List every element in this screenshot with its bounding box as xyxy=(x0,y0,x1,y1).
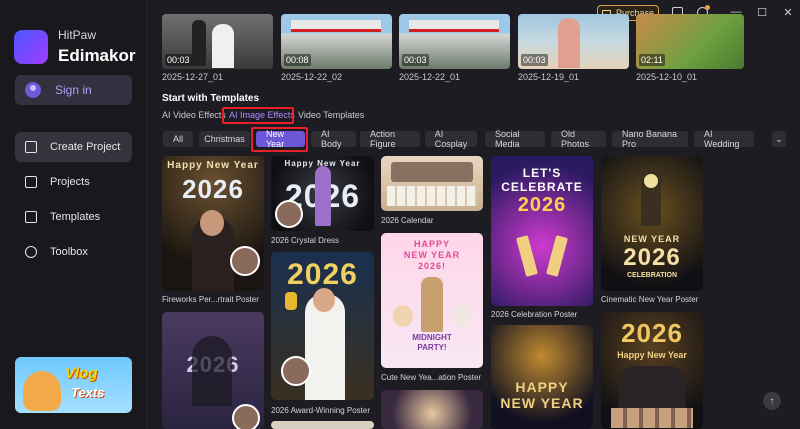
template-card[interactable]: HAPPY NEW YEAR xyxy=(491,325,593,429)
template-card[interactable] xyxy=(381,156,483,211)
sidebar-item-label: Toolbox xyxy=(50,246,88,258)
sidebar-item-toolbox[interactable]: Toolbox xyxy=(15,237,132,267)
sign-in-button[interactable]: Sign in xyxy=(15,75,132,105)
chip-nano-banana-pro[interactable]: Nano Banana Pro xyxy=(612,129,688,149)
recent-project-thumb[interactable]: 00:03 xyxy=(518,14,629,69)
chip-christmas[interactable]: Christmas xyxy=(199,131,250,147)
recent-project-thumb[interactable]: 00:03 xyxy=(399,14,510,69)
recent-project-thumb[interactable]: 00:03 xyxy=(162,14,273,69)
template-icon xyxy=(25,211,37,223)
sidebar-item-label: Projects xyxy=(50,176,90,188)
template-caption: 2026 Award-Winning Poster xyxy=(271,406,371,415)
chip-new-year[interactable]: New Year xyxy=(256,129,305,149)
template-caption: 2026 Calendar xyxy=(381,216,434,225)
edimakor-logo-icon xyxy=(14,30,48,64)
recent-duration: 02:11 xyxy=(639,54,665,66)
maximize-icon[interactable]: ☐ xyxy=(755,5,769,19)
chip-ai-wedding[interactable]: AI Wedding xyxy=(694,129,754,149)
template-card[interactable]: 2026 xyxy=(271,252,374,400)
chip-action-figure[interactable]: Action Figure xyxy=(360,129,420,149)
chip-ai-cosplay[interactable]: AI Cosplay xyxy=(425,129,477,149)
close-icon[interactable]: ✕ xyxy=(781,5,795,19)
template-caption: 2026 Celebration Poster xyxy=(491,310,578,319)
template-card[interactable]: Happy New Year 2026 xyxy=(162,156,264,291)
sidebar-item-label: Create Project xyxy=(50,141,121,153)
banner-character-image xyxy=(23,371,61,411)
tab-video-templates[interactable]: Video Templates xyxy=(298,110,364,120)
vlog-texts-banner[interactable]: Vlog Texts xyxy=(15,357,132,413)
chip-ai-body[interactable]: AI Body xyxy=(311,129,356,149)
folder-icon xyxy=(25,176,37,188)
chip-all[interactable]: All xyxy=(163,131,193,147)
banner-subtitle: Texts xyxy=(71,385,105,400)
template-caption: Cute New Yea...ation Poster xyxy=(381,373,482,382)
brand-name: Edimakor xyxy=(58,46,136,65)
template-caption: Fireworks Per...rtrait Poster xyxy=(162,295,259,304)
chevron-down-icon[interactable]: ⌄ xyxy=(772,131,786,147)
recent-duration: 00:03 xyxy=(165,54,192,66)
recent-project-name: 2025-12-27_01 xyxy=(162,72,224,82)
template-card[interactable]: Happy New Year 2026 xyxy=(271,156,374,231)
recent-duration: 00:03 xyxy=(521,54,548,66)
template-card[interactable]: HAPPY NEW YEAR 2026! MIDNIGHT PARTY! xyxy=(381,233,483,368)
chip-social-media[interactable]: Social Media xyxy=(485,129,545,149)
sign-in-label: Sign in xyxy=(55,83,92,97)
tab-ai-image-effects[interactable]: AI Image Effects xyxy=(229,110,295,120)
template-card[interactable]: 2026 xyxy=(162,312,264,429)
template-caption: 2026 Crystal Dress xyxy=(271,236,340,245)
scroll-to-top-button[interactable]: ↑ xyxy=(763,392,781,410)
template-card[interactable]: NEW YEAR 2026 CELEBRATION xyxy=(601,156,703,291)
sidebar-item-label: Templates xyxy=(50,211,101,223)
template-caption: Cinematic New Year Poster xyxy=(601,295,699,304)
recent-project-name: 2025-12-19_01 xyxy=(518,72,580,82)
template-card[interactable] xyxy=(271,421,374,429)
template-card[interactable]: 2026 Happy New Year xyxy=(601,312,703,429)
template-card[interactable] xyxy=(381,390,483,429)
recent-project-thumb[interactable]: 02:11 xyxy=(636,14,744,69)
tab-ai-video-effects[interactable]: AI Video Effects xyxy=(162,110,226,120)
toolbox-icon xyxy=(25,246,37,258)
banner-title: Vlog xyxy=(65,365,98,382)
sidebar-item-templates[interactable]: Templates xyxy=(15,202,132,232)
chip-old-photos[interactable]: Old Photos xyxy=(551,129,606,149)
user-avatar-icon xyxy=(25,82,41,98)
plus-icon xyxy=(25,141,37,153)
sidebar-item-create-project[interactable]: Create Project xyxy=(15,132,132,162)
recent-project-name: 2025-12-10_01 xyxy=(636,72,698,82)
recent-duration: 00:03 xyxy=(402,54,429,66)
templates-section-title: Start with Templates xyxy=(162,93,260,104)
recent-project-name: 2025-12-22_02 xyxy=(281,72,343,82)
sidebar-item-projects[interactable]: Projects xyxy=(15,167,132,197)
recent-project-thumb[interactable]: 00:08 xyxy=(281,14,392,69)
template-card[interactable]: LET'S CELEBRATE 2026 xyxy=(491,156,593,306)
recent-duration: 00:08 xyxy=(284,54,311,66)
recent-project-name: 2025-12-22_01 xyxy=(399,72,461,82)
sidebar: HitPaw Edimakor Sign in Create Project P… xyxy=(0,0,147,429)
brand-top: HitPaw xyxy=(58,28,97,42)
